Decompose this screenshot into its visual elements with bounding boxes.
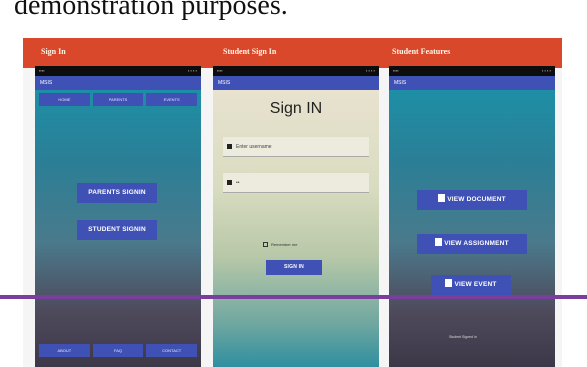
view-document-button[interactable]: VIEW DOCUMENT [417,190,527,210]
phone-student-features: ▪▪▪▪ ▪ ▪ ▪ ▪ MSIS VIEW DOCUMENT VIEW ASSI… [389,66,555,367]
column-title-student-features: Student Features [392,47,451,56]
tab-contact[interactable]: CONTACT [146,344,198,357]
column-title-sign-in: Sign In [41,47,66,56]
view-assignment-button[interactable]: VIEW ASSIGNMENT [417,234,527,254]
page-title: Sign IN [269,100,323,117]
tab-home[interactable]: HOME [39,93,90,106]
top-tab-row: HOME PARENTS EVENTS [35,93,201,106]
student-signin-button[interactable]: STUDENT SIGNIN [77,220,157,240]
username-field[interactable]: Enter username [223,137,369,157]
tab-parents[interactable]: PARENTS [92,93,144,106]
app-bar: MSIS [213,76,379,90]
tab-faq[interactable]: FAQ [92,344,144,357]
assignment-icon [435,238,443,246]
tab-events[interactable]: EVENTS [146,93,198,106]
document-icon [438,194,446,202]
remember-checkbox[interactable] [263,242,268,248]
remember-label: Remember me [271,242,298,247]
view-document-label: VIEW DOCUMENT [447,196,506,203]
caption-text: demonstration purposes. [14,0,288,21]
sign-in-button[interactable]: SIGN IN [266,260,322,275]
view-assignment-label: VIEW ASSIGNMENT [444,240,509,247]
slide-header: Sign In Student Sign In Student Features [23,38,562,68]
password-field[interactable]: •• [223,173,369,193]
remember-me[interactable]: Remember me [263,242,298,248]
parents-signin-button[interactable]: PARENTS SIGNIN [77,183,157,203]
bottom-tab-row: ABOUT FAQ CONTACT [35,344,201,357]
divider-line [0,295,587,299]
view-event-label: VIEW EVENT [454,281,497,288]
screen: VIEW DOCUMENT VIEW ASSIGNMENT VIEW EVENT… [389,90,555,367]
screen: Sign IN Enter username •• Remember me SI… [213,90,379,367]
status-bar: ▪▪▪▪ ▪ ▪ ▪ ▪ [35,66,201,76]
phone-sign-in: ▪▪▪▪ ▪ ▪ ▪ ▪ MSIS HOME PARENTS EVENTS PAR… [35,66,201,367]
lock-icon [227,180,232,186]
status-bar: ▪▪▪▪ ▪ ▪ ▪ ▪ [213,66,379,76]
status-bar: ▪▪▪▪ ▪ ▪ ▪ ▪ [389,66,555,76]
event-icon [445,279,453,287]
user-icon [227,144,232,150]
password-placeholder: •• [236,180,240,186]
phone-student-sign-in: ▪▪▪▪ ▪ ▪ ▪ ▪ MSIS Sign IN Enter username … [213,66,379,367]
footer-text: Student Signed In [449,335,477,339]
username-placeholder: Enter username [236,144,272,150]
app-bar: MSIS [389,76,555,90]
screen: HOME PARENTS EVENTS PARENTS SIGNIN STUDE… [35,90,201,367]
view-event-button[interactable]: VIEW EVENT [431,275,511,295]
app-bar: MSIS [35,76,201,90]
tab-about[interactable]: ABOUT [39,344,90,357]
column-title-student-sign-in: Student Sign In [223,47,277,56]
slide: Sign In Student Sign In Student Features… [23,38,562,367]
